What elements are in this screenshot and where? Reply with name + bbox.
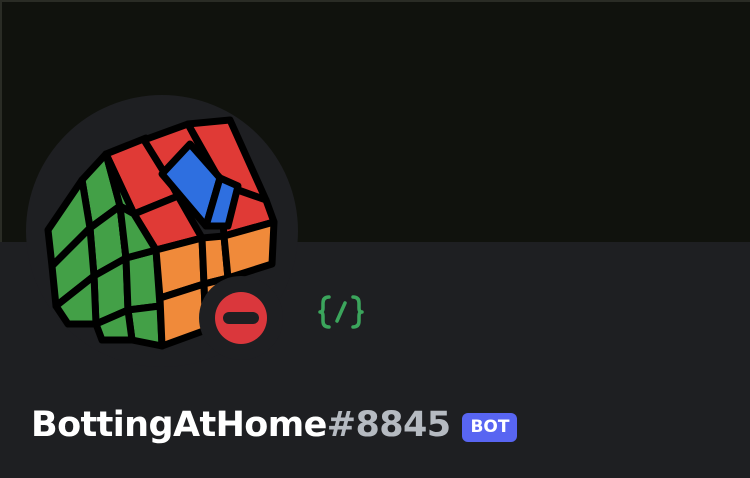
dnd-status-icon xyxy=(215,292,267,344)
user-profile-card: BottingAtHome #8845 BOT xyxy=(0,0,750,478)
slash-commands-icon[interactable] xyxy=(318,292,364,332)
bot-tag: BOT xyxy=(462,412,518,442)
discriminator[interactable]: #8845 xyxy=(327,405,451,445)
name-row: BottingAtHome #8845 BOT xyxy=(31,400,518,450)
username[interactable]: BottingAtHome xyxy=(31,405,327,445)
